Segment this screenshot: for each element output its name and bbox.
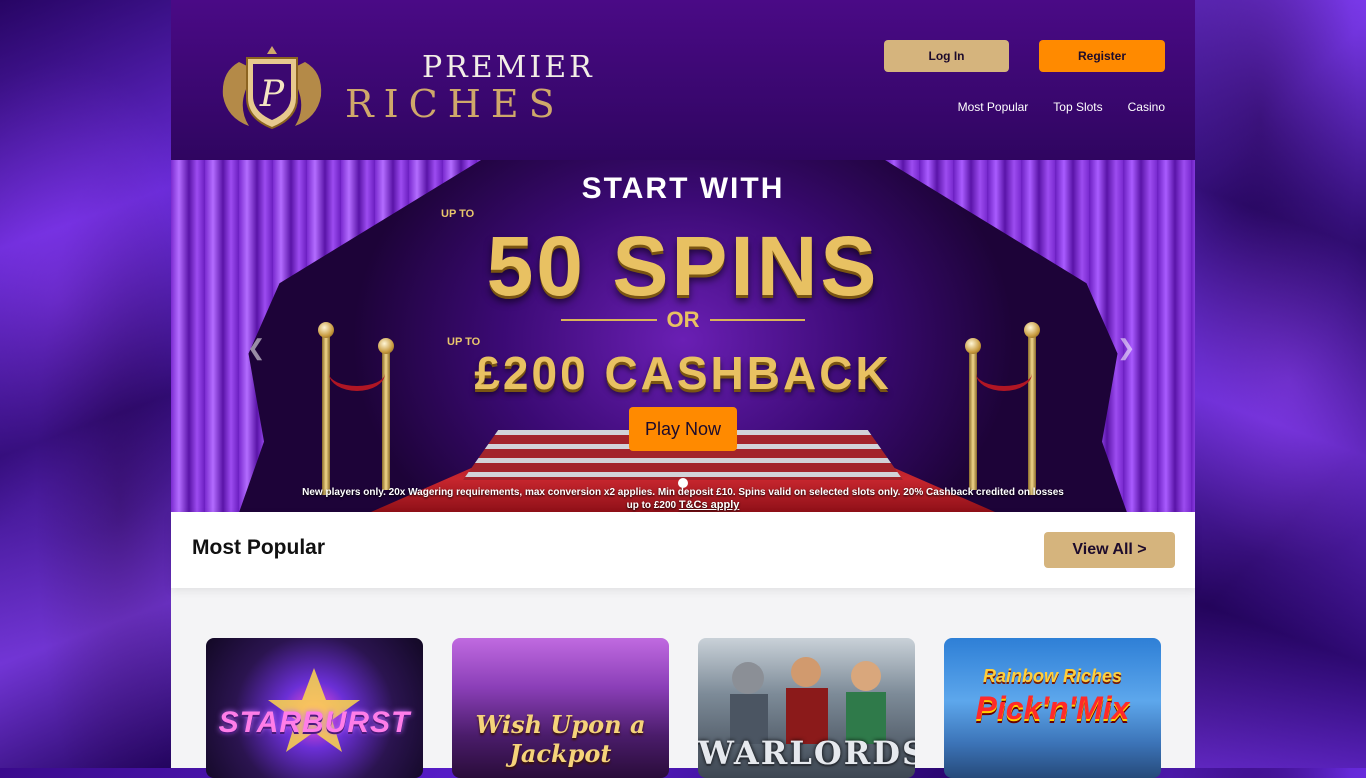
promo-headline-cashback: £200 CASHBACK bbox=[474, 347, 892, 399]
stanchion-cap bbox=[1024, 322, 1040, 338]
terms-line-2-wrap: up to £200 T&Cs apply bbox=[231, 499, 1135, 512]
promo-terms: New players only. 20x Wagering requireme… bbox=[231, 487, 1135, 512]
promo-or-text: OR bbox=[666, 307, 700, 332]
game-title: STARBURST bbox=[218, 706, 411, 739]
nav-casino[interactable]: Casino bbox=[1128, 100, 1165, 114]
terms-line-1: New players only. 20x Wagering requireme… bbox=[302, 487, 1064, 498]
chevron-right-icon[interactable]: ❯ bbox=[1117, 335, 1135, 361]
section-title: Most Popular bbox=[192, 536, 326, 559]
game-title: Wish Upon a Jackpot bbox=[475, 710, 646, 768]
register-button[interactable]: Register bbox=[1039, 40, 1165, 72]
background-silk bbox=[0, 0, 171, 768]
view-all-button[interactable]: View All > bbox=[1044, 532, 1175, 568]
promo-headline-spins: 50 SPINS bbox=[486, 219, 880, 313]
curtain-right bbox=[885, 160, 1195, 512]
stanchion-cap bbox=[318, 322, 334, 338]
terms-link[interactable]: T&Cs apply bbox=[679, 499, 740, 511]
nav-top-slots[interactable]: Top Slots bbox=[1053, 100, 1102, 114]
promo-or-divider: OR bbox=[561, 307, 805, 332]
game-tile-warlords[interactable]: WARLORDS bbox=[698, 638, 915, 778]
chevron-left-icon[interactable]: ❮ bbox=[247, 335, 265, 361]
page-container: P PREMIER RICHES Log In Register Most Po… bbox=[171, 0, 1195, 778]
divider-line bbox=[709, 319, 805, 321]
crest-icon: P bbox=[222, 46, 322, 130]
divider-line bbox=[561, 319, 657, 321]
brand-word-premier: PREMIER bbox=[422, 50, 595, 85]
brand-logo[interactable]: P PREMIER RICHES bbox=[217, 40, 592, 132]
nav-most-popular[interactable]: Most Popular bbox=[958, 100, 1029, 114]
game-title-top: Rainbow Riches bbox=[982, 666, 1123, 686]
game-tile-rainbow-riches-pick-n-mix[interactable]: Rainbow Riches Pick'n'Mix bbox=[944, 638, 1161, 778]
background-silk-right bbox=[1195, 0, 1366, 768]
promo-carousel[interactable]: START WITH UP TO 50 SPINS OR UP TO £200 … bbox=[171, 160, 1195, 512]
play-now-button[interactable]: Play Now bbox=[629, 407, 737, 451]
game-tile-wish-upon-a-jackpot[interactable]: Wish Upon a Jackpot bbox=[452, 638, 669, 778]
main-nav: Most Popular Top Slots Casino bbox=[958, 100, 1165, 114]
crest-monogram: P bbox=[259, 74, 285, 115]
game-tile-starburst[interactable]: STARBURST bbox=[206, 638, 423, 778]
promo-headline-start: START WITH bbox=[581, 172, 785, 205]
site-header: P PREMIER RICHES Log In Register Most Po… bbox=[171, 0, 1195, 160]
brand-word-riches: RICHES bbox=[345, 82, 565, 126]
most-popular-header: Most Popular View All > bbox=[171, 512, 1195, 588]
game-title: WARLORDS bbox=[698, 734, 915, 772]
game-title-bottom: Pick'n'Mix bbox=[975, 690, 1130, 726]
terms-line-2: up to £200 bbox=[626, 500, 677, 511]
login-button[interactable]: Log In bbox=[884, 40, 1009, 72]
